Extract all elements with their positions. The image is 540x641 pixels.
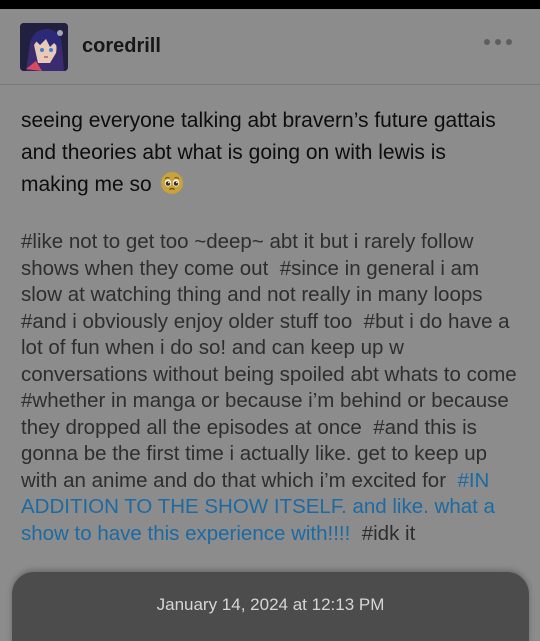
post-timestamp: January 14, 2024 at 12:13 PM xyxy=(156,595,385,614)
avatar-image xyxy=(20,22,68,71)
post-tags: #like not to get too ~deep~ abt it but i… xyxy=(21,229,523,547)
post-text-content: seeing everyone talking abt bravern’s fu… xyxy=(21,109,496,196)
ellipsis-icon xyxy=(484,39,490,45)
tag[interactable]: #and i obviously enjoy older stuff too xyxy=(21,310,352,333)
status-bar xyxy=(0,0,540,9)
avatar[interactable] xyxy=(20,22,68,71)
more-options-button[interactable] xyxy=(484,39,512,45)
username[interactable]: coredrill xyxy=(82,35,161,58)
tag[interactable]: #idk it xyxy=(362,522,416,545)
pleading-face-emoji xyxy=(160,171,184,195)
post-text: seeing everyone talking abt bravern’s fu… xyxy=(21,105,519,201)
post-header: coredrill xyxy=(0,9,540,85)
timestamp-sheet: January 14, 2024 at 12:13 PM xyxy=(12,572,529,641)
